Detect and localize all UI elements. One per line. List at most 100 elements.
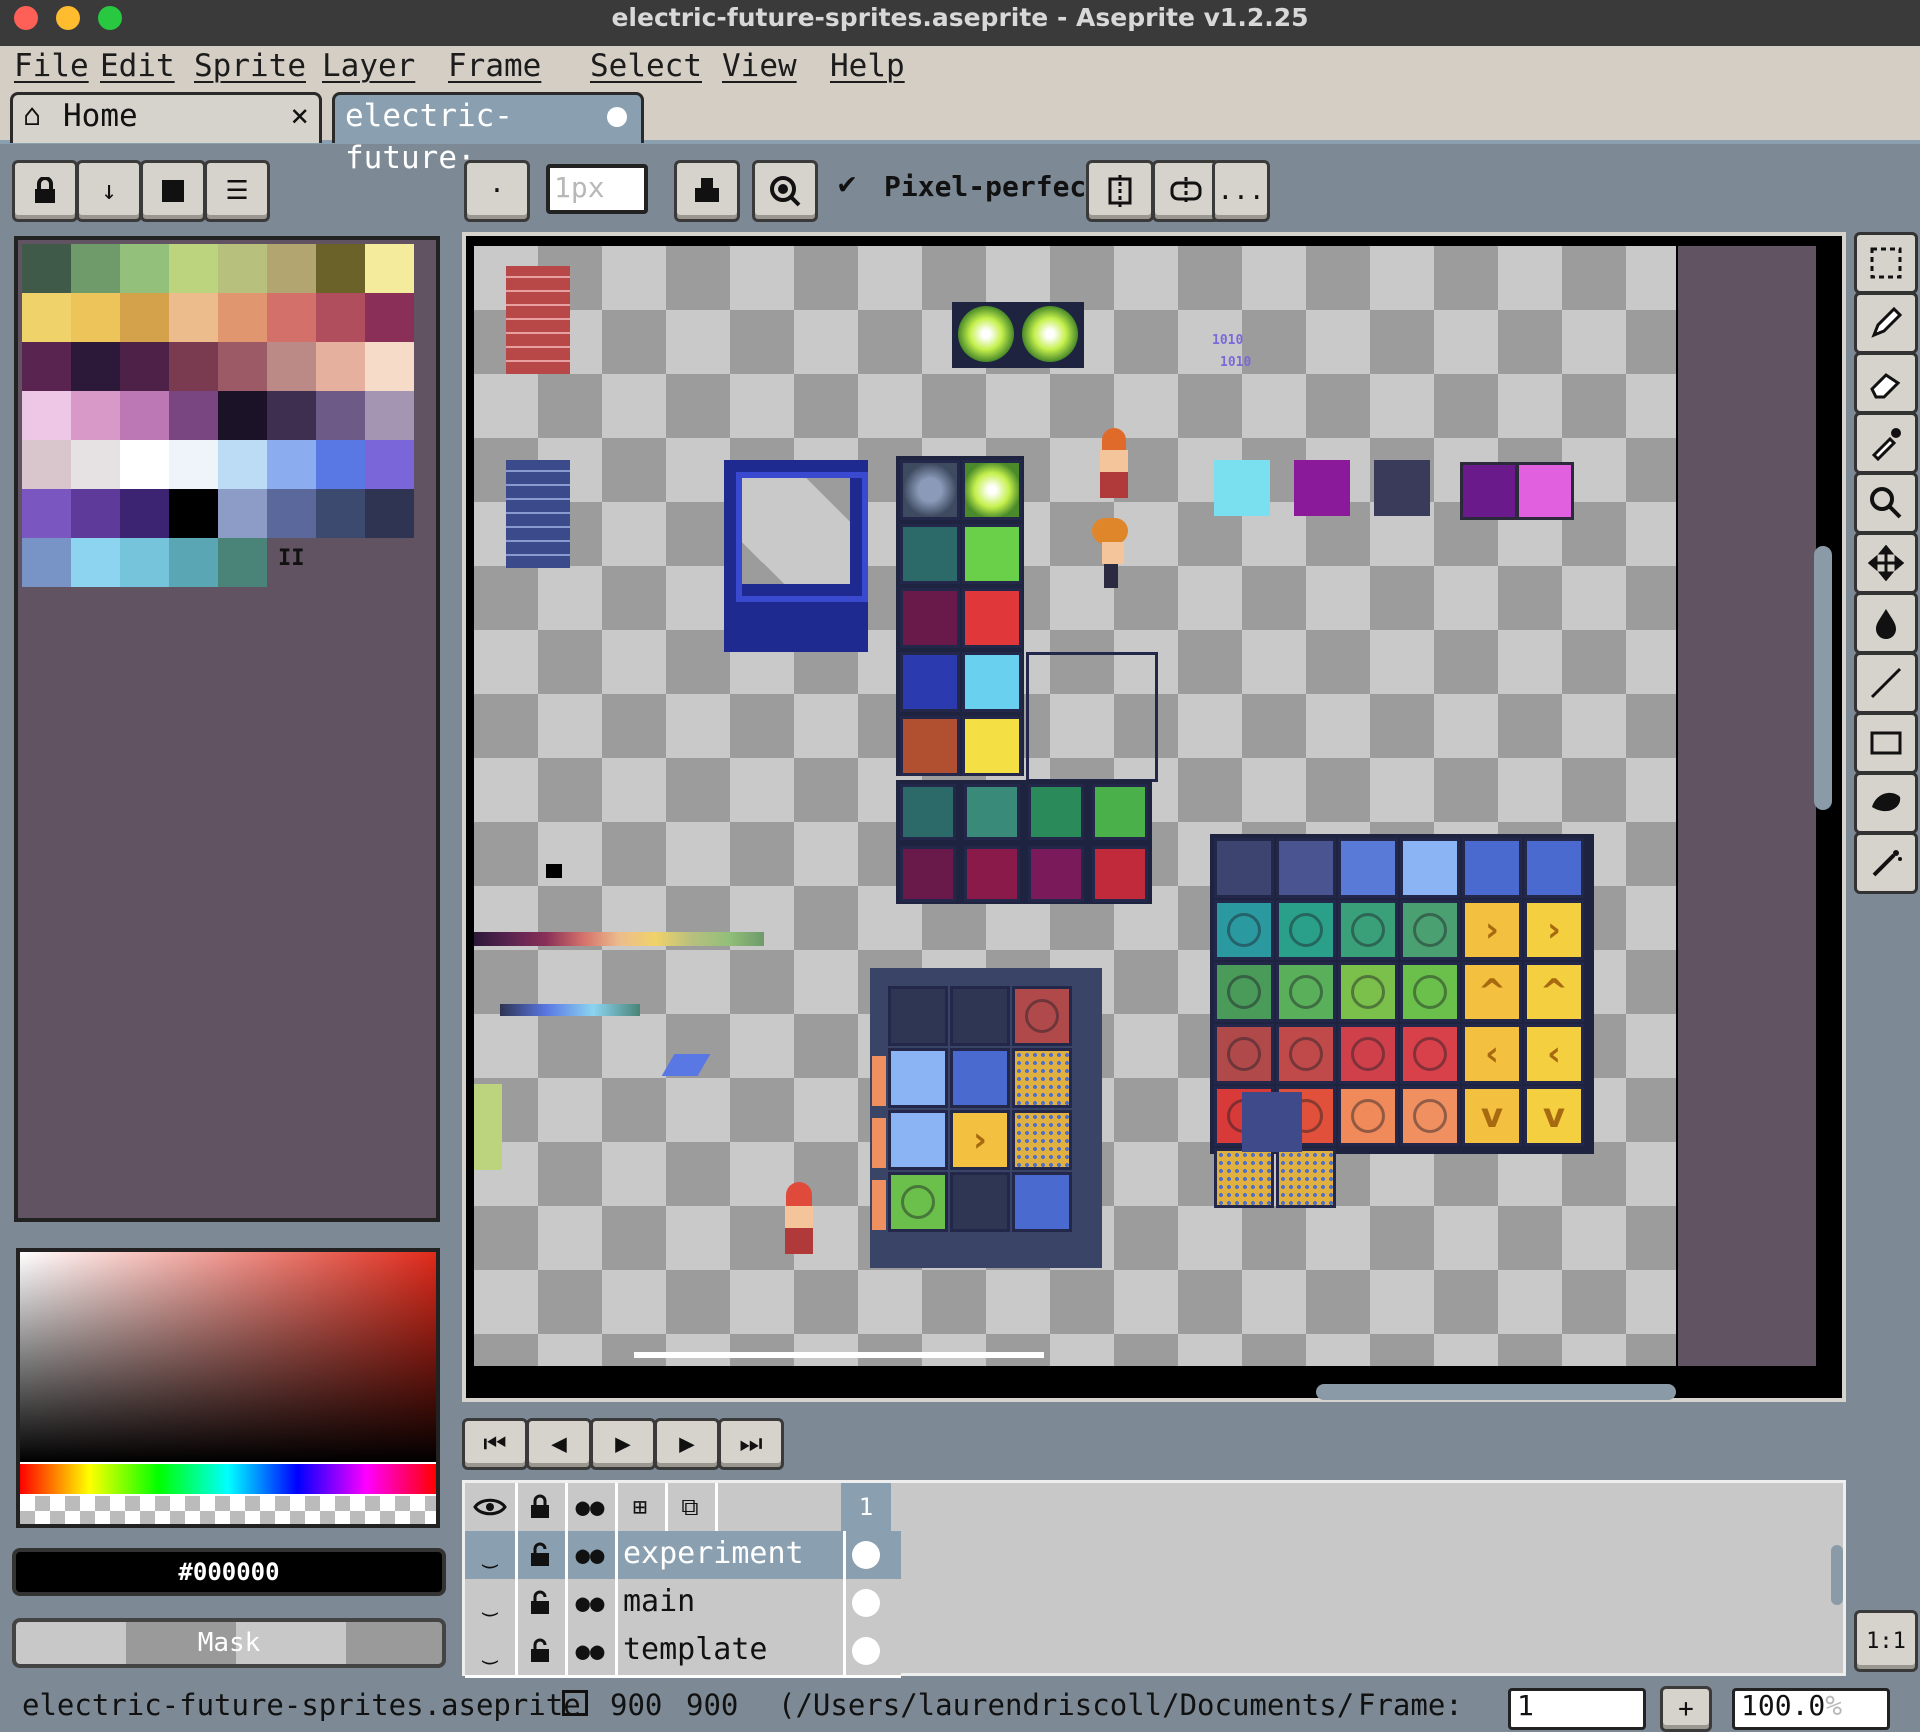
vertical-scrollbar[interactable] (1814, 546, 1832, 810)
arrow-down-icon[interactable]: ↓ (76, 160, 142, 222)
menu-layer[interactable]: Layer (322, 46, 415, 88)
palette-swatch[interactable] (267, 342, 316, 391)
lock-icon[interactable] (12, 160, 78, 222)
play-icon[interactable]: ▶ (590, 1418, 656, 1470)
palette-swatch[interactable] (169, 293, 218, 342)
minimize-window-button[interactable] (56, 6, 80, 30)
eyedropper-icon[interactable] (1854, 412, 1918, 474)
palette-swatch[interactable] (120, 342, 169, 391)
eye-closed-icon[interactable]: ‿ (465, 1579, 518, 1627)
menu-frame[interactable]: Frame (448, 46, 541, 88)
zoom-one-to-one-button[interactable]: 1:1 (1854, 1610, 1918, 1672)
continuous-icon[interactable]: ●● (565, 1483, 618, 1531)
tab-home[interactable]: ⌂ Home × (10, 92, 322, 143)
horizontal-scrollbar[interactable] (1316, 1384, 1676, 1400)
cel[interactable] (841, 1579, 891, 1627)
sprite-editor[interactable]: 1010 1010 › › ^ ^ ‹ ‹ v v › (462, 232, 1846, 1402)
tab-close-icon[interactable]: × (290, 95, 309, 137)
frame-input[interactable]: 1 (1508, 1688, 1646, 1730)
layer-group-icon[interactable]: ⊞ (615, 1483, 668, 1531)
palette-swatch[interactable] (218, 244, 267, 293)
palette-swatch[interactable] (120, 489, 169, 538)
pixel-perfect-checkbox[interactable]: ✔ (838, 166, 856, 201)
palette-swatch[interactable] (365, 489, 414, 538)
move-icon[interactable] (1854, 532, 1918, 594)
palette-swatch[interactable] (365, 293, 414, 342)
palette-swatch[interactable] (267, 244, 316, 293)
palette-swatch[interactable] (22, 440, 71, 489)
palette-swatch[interactable] (169, 538, 218, 587)
brush-size-input[interactable]: 1px (546, 164, 648, 214)
menu-view[interactable]: View (722, 46, 797, 88)
palette-swatch[interactable] (316, 244, 365, 293)
pencil-icon[interactable] (1854, 292, 1918, 354)
palette-swatch[interactable] (316, 391, 365, 440)
frame-header[interactable]: 1 (841, 1483, 891, 1531)
opacity-icon[interactable] (752, 160, 818, 222)
palette-swatch[interactable] (169, 489, 218, 538)
square-icon[interactable] (140, 160, 206, 222)
unlock-icon[interactable] (515, 1627, 568, 1675)
eye-closed-icon[interactable]: ‿ (465, 1531, 518, 1579)
more-options-button[interactable]: ... (1212, 160, 1270, 222)
zoom-icon[interactable] (1854, 472, 1918, 534)
palette-swatch[interactable] (71, 440, 120, 489)
symmetry-icon[interactable] (1086, 160, 1154, 222)
tab-document[interactable]: electric-future· (332, 92, 644, 176)
palette-swatch[interactable] (365, 440, 414, 489)
saturation-value-area[interactable] (20, 1252, 436, 1462)
palette-swatch[interactable] (169, 440, 218, 489)
sprite-canvas[interactable]: 1010 1010 › › ^ ^ ‹ ‹ v v › (474, 246, 1676, 1366)
palette-swatch[interactable] (365, 244, 414, 293)
menu-lines-icon[interactable]: ☰ (204, 160, 270, 222)
palette-swatch[interactable] (71, 244, 120, 293)
next-frame-icon[interactable]: ▶︎ (654, 1418, 720, 1470)
palette-swatch[interactable] (365, 342, 414, 391)
palette-swatch[interactable] (267, 391, 316, 440)
blur-icon[interactable] (1854, 832, 1918, 894)
continuous-icon[interactable]: ●● (565, 1531, 618, 1579)
timeline-scrollbar[interactable] (1831, 1545, 1843, 1605)
unlock-icon[interactable] (515, 1531, 568, 1579)
palette-swatch[interactable] (267, 293, 316, 342)
contour-icon[interactable] (1854, 772, 1918, 834)
palette-swatch[interactable] (71, 293, 120, 342)
palette-swatch[interactable] (71, 342, 120, 391)
menu-file[interactable]: File (14, 46, 89, 88)
last-frame-icon[interactable]: ⏭ (718, 1418, 784, 1470)
palette-swatch[interactable] (218, 489, 267, 538)
lock-icon[interactable] (515, 1483, 568, 1531)
palette-swatch[interactable] (316, 293, 365, 342)
continuous-icon[interactable]: ●● (565, 1627, 618, 1675)
eye-icon[interactable] (465, 1483, 518, 1531)
palette-swatch[interactable] (71, 391, 120, 440)
foreground-color-hex[interactable]: #000000 (12, 1548, 446, 1596)
palette-swatch[interactable] (22, 538, 71, 587)
layer-row[interactable]: ‿ ●● template (465, 1627, 901, 1678)
alpha-slider[interactable] (20, 1496, 436, 1524)
palette-swatch[interactable] (120, 538, 169, 587)
zoom-window-button[interactable] (98, 6, 122, 30)
palette-swatch[interactable] (218, 391, 267, 440)
color-picker[interactable] (16, 1248, 440, 1528)
layer-row[interactable]: ‿ ●● experiment (465, 1531, 901, 1582)
palette-swatch[interactable] (22, 391, 71, 440)
timeline[interactable]: ●● ⊞ ⧉ 1 ‿ ●● experiment ‿ ●● main ‿ ●● … (462, 1480, 1846, 1678)
menu-sprite[interactable]: Sprite (194, 46, 306, 88)
menu-help[interactable]: Help (830, 46, 905, 88)
close-window-button[interactable] (14, 6, 38, 30)
add-frame-button[interactable]: + (1660, 1686, 1712, 1732)
palette-swatch[interactable] (71, 489, 120, 538)
color-palette[interactable] (14, 236, 440, 1222)
palette-swatch[interactable] (267, 489, 316, 538)
palette-swatch[interactable] (218, 342, 267, 391)
eraser-icon[interactable] (1854, 352, 1918, 414)
tiled-mode-icon[interactable] (1152, 160, 1220, 222)
previous-frame-icon[interactable]: ◀︎ (526, 1418, 592, 1470)
layer-row[interactable]: ‿ ●● main (465, 1579, 901, 1630)
menu-select[interactable]: Select (590, 46, 702, 88)
palette-swatch[interactable] (218, 293, 267, 342)
palette-swatch[interactable] (120, 293, 169, 342)
palette-swatch[interactable] (169, 391, 218, 440)
line-icon[interactable] (1854, 652, 1918, 714)
